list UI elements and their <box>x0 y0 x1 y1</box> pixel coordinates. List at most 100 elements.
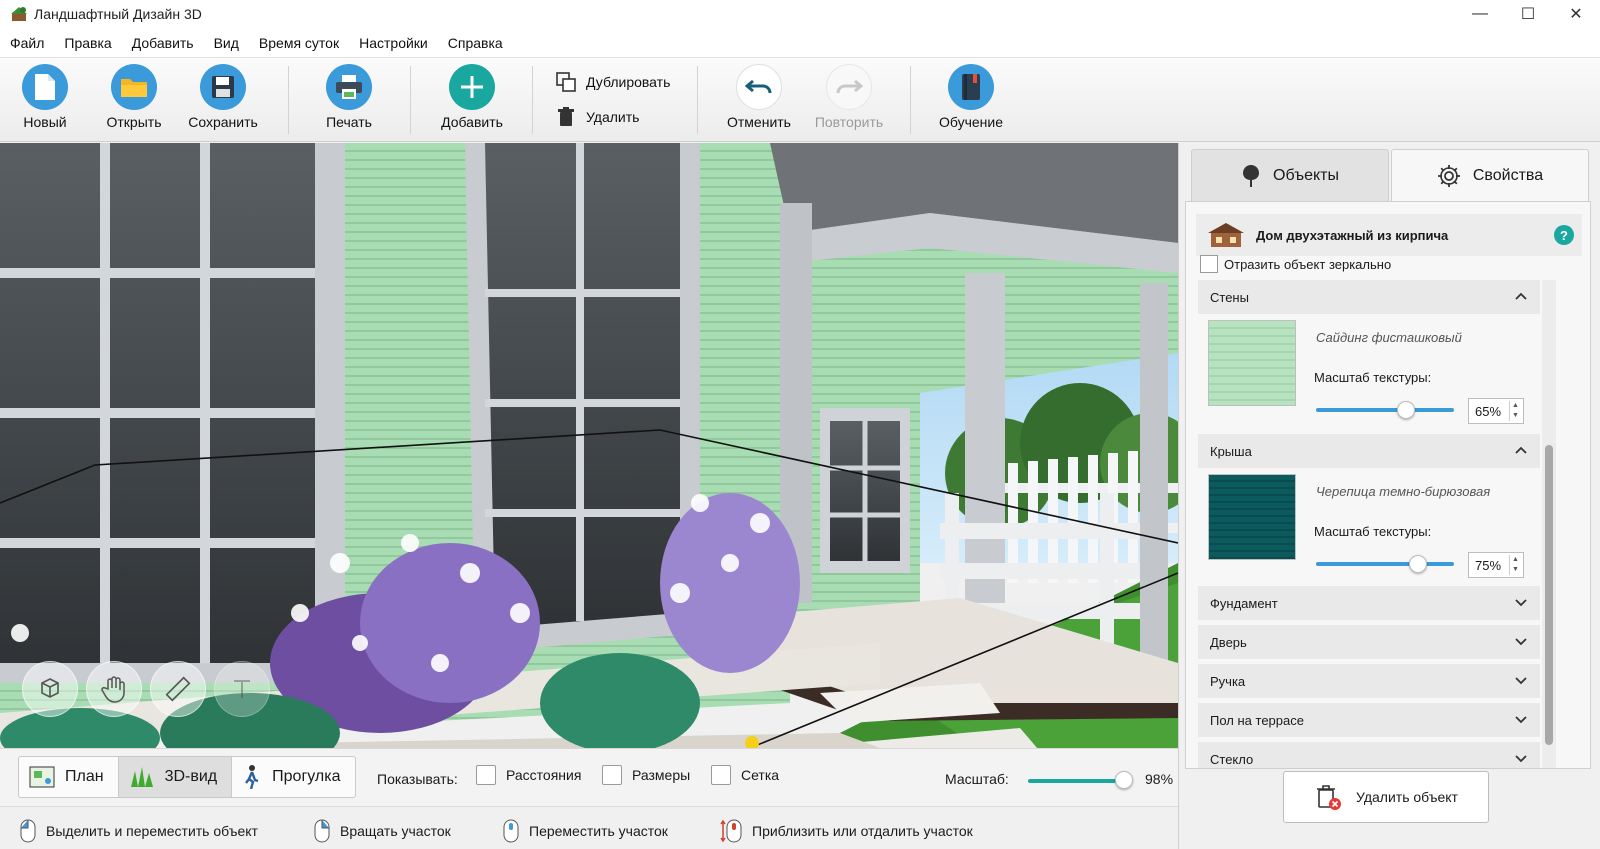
chevron-down-icon <box>1515 599 1527 607</box>
rotate-view-button[interactable] <box>22 661 78 717</box>
roof-scale-thumb[interactable] <box>1409 555 1427 573</box>
tutorial-button[interactable]: Обучение <box>929 64 1013 138</box>
spin-arrows-icon[interactable]: ▲ ▼ <box>1509 401 1521 421</box>
roof-material-name: Черепица темно-бирюзовая <box>1316 484 1491 499</box>
title-bar: Ландшафтный Дизайн 3D — ☐ ✕ <box>0 0 1600 28</box>
toolbar: Новый Открыть Сохранить Печать Добавить … <box>0 58 1600 142</box>
plus-icon <box>449 64 495 110</box>
ruler-icon <box>165 676 191 702</box>
gear-icon <box>1437 164 1460 187</box>
roof-texture-swatch[interactable] <box>1208 474 1296 560</box>
menu-help[interactable]: Справка <box>438 35 513 51</box>
walls-scale-input[interactable]: 65% ▲ ▼ <box>1468 398 1524 424</box>
properties-body: Дом двухэтажный из кирпича ? Отразить об… <box>1185 201 1591 769</box>
roof-scale-label: Масштаб текстуры: <box>1314 524 1432 539</box>
scrollbar-thumb[interactable] <box>1545 445 1553 745</box>
3d-scene <box>0 143 1178 748</box>
status-bar: Выделить и переместить объект Вращать уч… <box>0 806 1178 849</box>
maximize-button[interactable]: ☐ <box>1504 0 1552 28</box>
tab-objects[interactable]: Объекты <box>1191 149 1389 201</box>
roof-scale-input[interactable]: 75% ▲ ▼ <box>1468 552 1524 578</box>
print-button[interactable]: Печать <box>307 64 391 138</box>
menu-time-of-day[interactable]: Время суток <box>249 35 349 51</box>
walls-scale-thumb[interactable] <box>1397 401 1415 419</box>
menu-add[interactable]: Добавить <box>122 35 204 51</box>
printer-icon <box>326 64 372 110</box>
section-roof[interactable]: Крыша <box>1198 434 1540 468</box>
spin-arrows-icon[interactable]: ▲ ▼ <box>1509 555 1521 575</box>
section-walls[interactable]: Стены <box>1198 280 1540 314</box>
plan-icon <box>29 766 55 788</box>
zoom-slider-thumb[interactable] <box>1115 771 1133 789</box>
properties-scrollbar[interactable] <box>1542 280 1556 768</box>
duplicate-button[interactable]: Дублировать <box>556 72 670 92</box>
redo-button[interactable]: Повторить <box>807 64 891 138</box>
new-button[interactable]: Новый <box>3 64 87 138</box>
walls-scale-slider[interactable] <box>1316 408 1454 412</box>
text-tool-button[interactable] <box>214 661 270 717</box>
roof-scale-slider[interactable] <box>1316 562 1454 566</box>
toolbar-separator <box>910 66 911 134</box>
close-button[interactable]: ✕ <box>1552 0 1600 28</box>
toolbar-separator <box>288 66 289 134</box>
section-glass[interactable]: Стекло <box>1198 742 1540 768</box>
delete-object-button[interactable]: Удалить объект <box>1283 771 1489 823</box>
redo-icon <box>826 64 872 110</box>
add-button[interactable]: Добавить <box>430 64 514 138</box>
mirror-checkbox[interactable]: Отразить объект зеркально <box>1200 254 1391 274</box>
walking-person-icon <box>245 765 259 789</box>
toolbar-separator <box>532 66 533 134</box>
show-label: Показывать: <box>377 771 458 787</box>
menu-view[interactable]: Вид <box>204 35 249 51</box>
hint-move-plot: Переместить участок <box>503 819 668 843</box>
zoom-value: 98% <box>1145 771 1174 787</box>
undo-button[interactable]: Отменить <box>717 64 801 138</box>
hand-icon <box>101 676 125 703</box>
folder-icon <box>111 64 157 110</box>
menu-bar: Файл Правка Добавить Вид Время суток Нас… <box>0 28 1600 58</box>
view-tools <box>22 661 278 717</box>
walls-texture-swatch[interactable] <box>1208 320 1296 406</box>
show-distances-checkbox[interactable]: Расстояния <box>476 765 581 785</box>
walls-material-name: Сайдинг фисташковый <box>1316 330 1462 345</box>
toolbar-separator <box>410 66 411 134</box>
window-title: Ландшафтный Дизайн 3D <box>34 6 202 22</box>
zoom-slider[interactable] <box>1028 779 1128 783</box>
floppy-disk-icon <box>200 64 246 110</box>
undo-icon <box>736 64 782 110</box>
tree-icon <box>1243 164 1259 187</box>
grass-3d-icon <box>130 767 153 787</box>
chevron-up-icon <box>1515 292 1527 300</box>
show-dimensions-checkbox[interactable]: Размеры <box>602 765 690 785</box>
tab-plan[interactable]: План <box>19 757 119 797</box>
tab-properties[interactable]: Свойства <box>1391 149 1589 201</box>
save-button[interactable]: Сохранить <box>181 64 265 138</box>
minimize-button[interactable]: — <box>1456 0 1504 28</box>
delete-button[interactable]: Удалить <box>556 107 639 127</box>
section-foundation[interactable]: Фундамент <box>1198 586 1540 620</box>
show-grid-checkbox[interactable]: Сетка <box>711 765 779 785</box>
section-handle[interactable]: Ручка <box>1198 664 1540 698</box>
toolbar-separator <box>697 66 698 134</box>
section-terrace-floor[interactable]: Пол на террасе <box>1198 703 1540 737</box>
house-thumbnail-icon <box>1208 223 1244 247</box>
view-bar: План 3D-вид Прогулка Показывать: Расстоя… <box>0 748 1178 806</box>
walls-scale-label: Масштаб текстуры: <box>1314 370 1432 385</box>
mouse-right-icon <box>314 819 330 843</box>
section-door[interactable]: Дверь <box>1198 625 1540 659</box>
menu-settings[interactable]: Настройки <box>349 35 438 51</box>
tab-3d-view[interactable]: 3D-вид <box>118 757 233 797</box>
measure-button[interactable] <box>150 661 206 717</box>
tab-walk[interactable]: Прогулка <box>232 757 354 797</box>
3d-viewport[interactable] <box>0 143 1178 748</box>
menu-edit[interactable]: Правка <box>54 35 121 51</box>
help-icon[interactable]: ? <box>1554 225 1574 245</box>
mouse-middle-icon <box>503 819 519 843</box>
app-logo-icon <box>11 7 27 21</box>
text-icon <box>234 680 250 698</box>
open-button[interactable]: Открыть <box>92 64 176 138</box>
pan-view-button[interactable] <box>86 661 142 717</box>
menu-file[interactable]: Файл <box>0 35 54 51</box>
hint-rotate: Вращать участок <box>314 819 451 843</box>
hint-select-move: Выделить и переместить объект <box>20 819 258 843</box>
